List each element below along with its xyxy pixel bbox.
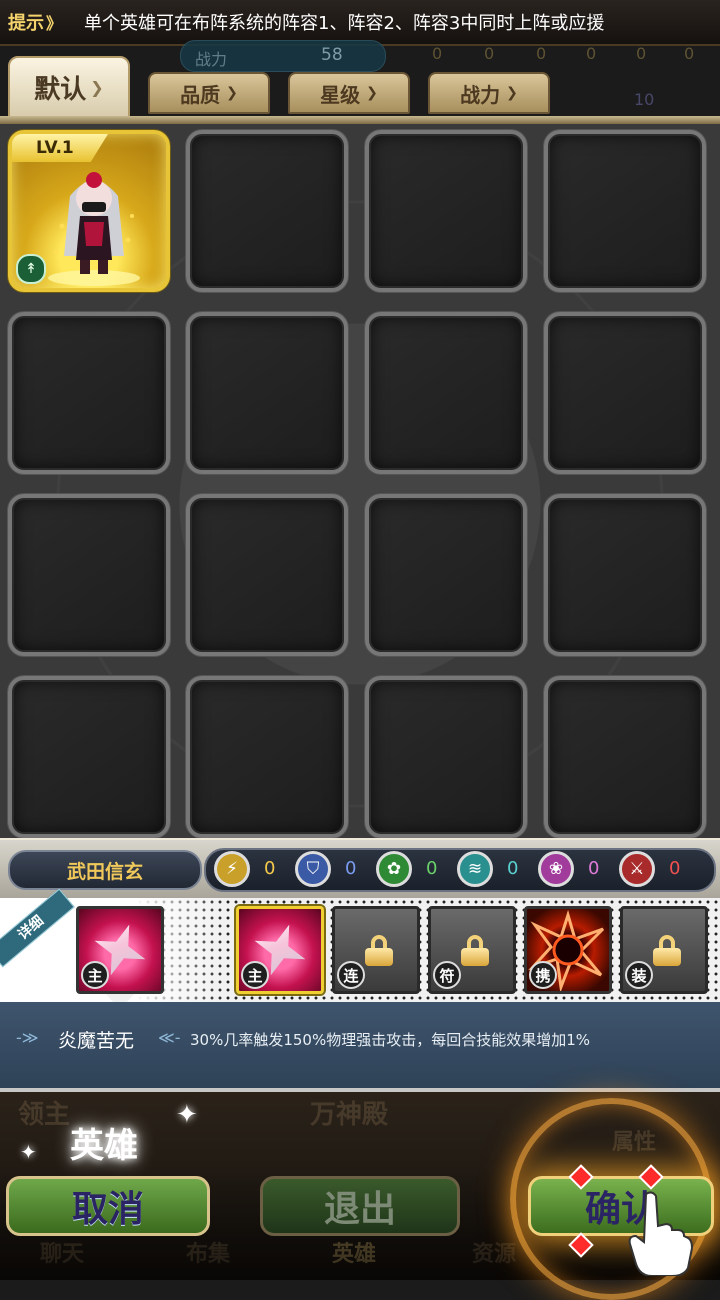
skill-type-badge: 携 [529, 961, 557, 989]
hero-slot-empty[interactable] [8, 494, 170, 656]
skill-slot-bond[interactable]: 携 [524, 906, 612, 994]
hero-slot-empty[interactable] [8, 676, 170, 838]
skill-type-badge: 连 [337, 961, 365, 989]
skill-description: 30%几率触发150%物理强击攻击，每回合技能效果增加1% [190, 1031, 591, 1049]
attribute-shield: ⛉ 0 [289, 850, 369, 890]
arrow-right-icon: -≫ [16, 1028, 39, 1047]
tab-quality-label: 品质 [180, 82, 221, 107]
hint-arrow-icon: 》 [46, 14, 63, 33]
tab-star-label: 星级 [320, 82, 361, 107]
attribute-flower: ✿ 0 [370, 850, 450, 890]
hero-grid: LV.1 ↟ [0, 124, 720, 838]
featured-skill-icon[interactable]: 主 [76, 906, 164, 994]
attribute-lightning: ⚡ 0 [208, 850, 288, 890]
tab-default[interactable]: 默认 ❯ [8, 56, 130, 118]
hero-section-title: 英雄 [70, 1126, 138, 1166]
tab-quality[interactable]: 品质 ❯ [148, 72, 270, 114]
tab-underline [0, 116, 720, 124]
hero-slot-empty[interactable] [365, 312, 527, 474]
background-label: 万神殿 [310, 1100, 389, 1130]
hero-slot-empty[interactable] [365, 676, 527, 838]
tab-power-label: 战力 [460, 82, 501, 107]
chevron-down-icon: ❯ [90, 77, 104, 97]
attribute-value: 0 [345, 858, 357, 879]
shield-icon: ⛉ [295, 851, 331, 887]
skill-strip: 详细 主 主 连 符 携 装 [0, 888, 720, 1002]
attribute-value: 0 [426, 858, 438, 879]
attribute-strip: ⚡ 0 ⛉ 0 ✿ 0 ≋ 0 ❀ 0 ⚔ 0 [204, 848, 716, 892]
chevron-down-icon: ❯ [226, 85, 238, 101]
hero-slot-empty[interactable] [186, 312, 348, 474]
sparkle-icon: ✦ [20, 1140, 37, 1164]
chevron-down-icon: ❯ [366, 85, 378, 101]
lock-icon [461, 935, 489, 966]
hero-name: 武田信玄 [8, 850, 202, 890]
skill-slot-rune[interactable]: 符 [428, 906, 516, 994]
hint-tag: 提示》 [8, 9, 62, 35]
arrow-left-icon: ≪- [158, 1028, 181, 1047]
skill-slot-combo[interactable]: 连 [332, 906, 420, 994]
skill-type-badge: 主 [241, 961, 269, 989]
hero-info-bar: 武田信玄 ⚡ 0 ⛉ 0 ✿ 0 ≋ 0 ❀ 0 ⚔ 0 [0, 838, 720, 900]
tab-default-label: 默认 [34, 74, 87, 105]
tab-star[interactable]: 星级 ❯ [288, 72, 410, 114]
hero-portrait [48, 172, 140, 286]
hero-slot-empty[interactable] [544, 130, 706, 292]
attribute-value: 0 [588, 858, 600, 879]
heart-flower-icon: ❀ [538, 851, 574, 887]
skill-name: 炎魔苦无 [58, 1030, 135, 1052]
tab-power[interactable]: 战力 ❯ [428, 72, 550, 114]
skill-type-badge: 装 [625, 961, 653, 989]
hero-slot-empty[interactable] [544, 494, 706, 656]
skill-slot-equip[interactable]: 装 [620, 906, 708, 994]
sword-icon: ⚔ [619, 851, 655, 887]
wind-icon: ≋ [457, 851, 493, 887]
exit-button[interactable]: 退出 [260, 1176, 460, 1236]
hero-slot-empty[interactable] [8, 312, 170, 474]
lightning-icon: ⚡ [214, 851, 250, 887]
skill-type-badge: 主 [81, 961, 109, 989]
sparkle-icon: ✦ [176, 1100, 198, 1130]
hero-slot-filled[interactable]: LV.1 ↟ [8, 130, 170, 292]
hint-tag-label: 提示 [8, 13, 44, 34]
hero-slot-empty[interactable] [186, 494, 348, 656]
flower-icon: ✿ [376, 851, 412, 887]
background-label: 领主 [18, 1100, 71, 1130]
hero-slot-empty[interactable] [365, 494, 527, 656]
hint-text: 单个英雄可在布阵系统的阵容1、阵容2、阵容3中同时上阵或应援 [84, 13, 605, 34]
hero-slot-empty[interactable] [186, 130, 348, 292]
lock-icon [653, 935, 681, 966]
attribute-heart-flower: ❀ 0 [532, 850, 612, 890]
attribute-wind: ≋ 0 [451, 850, 531, 890]
sort-tabs: 默认 ❯ 品质 ❯ 星级 ❯ 战力 ❯ [0, 52, 720, 122]
bow-class-icon: ↟ [16, 254, 46, 284]
hero-slot-empty[interactable] [186, 676, 348, 838]
pointing-hand-icon [628, 1191, 694, 1276]
hero-slot-empty[interactable] [544, 312, 706, 474]
chevron-down-icon: ❯ [506, 85, 518, 101]
attribute-value: 0 [507, 858, 519, 879]
skill-type-badge: 符 [433, 961, 461, 989]
skill-description-panel: -≫ 炎魔苦无 ≪- 30%几率触发150%物理强击攻击，每回合技能效果增加1% [0, 1002, 720, 1092]
attribute-value: 0 [669, 858, 681, 879]
skill-slot-main[interactable]: 主 [236, 906, 324, 994]
attribute-value: 0 [264, 858, 276, 879]
attribute-sword: ⚔ 0 [613, 850, 693, 890]
hero-slot-empty[interactable] [544, 676, 706, 838]
cancel-button[interactable]: 取消 [6, 1176, 210, 1236]
lock-icon [365, 935, 393, 966]
hero-slot-empty[interactable] [365, 130, 527, 292]
